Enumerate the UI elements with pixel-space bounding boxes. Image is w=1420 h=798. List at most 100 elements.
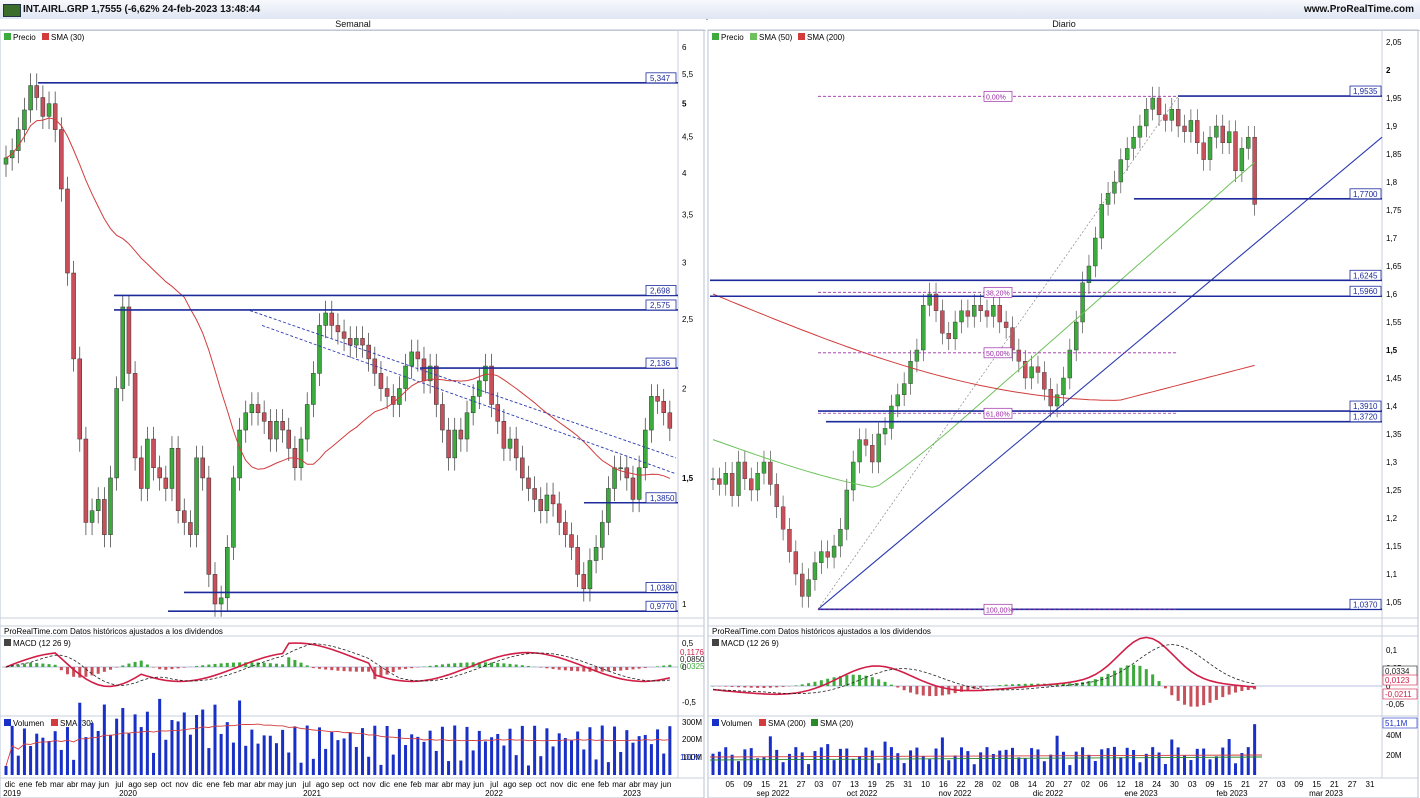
daily-macd-hist-bar <box>1068 683 1072 686</box>
weekly-volume-bar <box>188 734 192 775</box>
weekly-candle-body <box>163 477 169 489</box>
daily-macd-hist-bar <box>998 685 1002 686</box>
weekly-macd-hist-bar <box>496 662 500 667</box>
weekly-macd-hist-bar <box>440 664 444 667</box>
weekly-candle-body <box>335 325 341 333</box>
weekly-volume-bar <box>668 726 672 775</box>
weekly-volsma-legend: SMA (30) <box>60 719 94 728</box>
daily-ytick: 1,35 <box>1386 430 1402 439</box>
daily-legend-sma200-swatch <box>798 33 805 40</box>
weekly-volume-bar <box>613 726 617 775</box>
daily-volume-bar <box>934 748 938 775</box>
daily-volume-bar <box>1144 753 1148 775</box>
weekly-volume-bar <box>299 762 303 775</box>
weekly-macd-hist-bar <box>428 665 432 667</box>
daily-volume-bar <box>991 753 995 775</box>
daily-candle-body <box>946 333 951 340</box>
weekly-volume-bar <box>108 734 112 775</box>
daily-legend-price: Precio <box>721 33 744 42</box>
daily-day-label: 27 <box>1348 780 1357 789</box>
weekly-month-label: nov <box>550 780 563 789</box>
daily-ytick: 1,9 <box>1386 122 1398 131</box>
weekly-candle-body <box>218 597 224 605</box>
daily-macd-hist-bar <box>947 686 951 695</box>
weekly-volume-bar <box>244 745 248 775</box>
daily-volume-bar <box>1112 746 1116 775</box>
weekly-candle-body <box>464 412 470 440</box>
chart-canvas[interactable]: Precio SMA (30) 6 5,5 5 4,5 4 3,5 3 2,5 2 1,5 1 5,347… <box>0 0 1420 798</box>
daily-candles <box>710 86 1257 608</box>
daily-volume-bar <box>1240 753 1244 775</box>
weekly-volume-bar <box>533 725 537 775</box>
weekly-macd-hist-bar <box>195 666 199 667</box>
daily-month-label: ene 2023 <box>1124 789 1158 798</box>
weekly-month-label: nov <box>175 780 188 789</box>
weekly-volume-bar <box>404 745 408 775</box>
daily-macd-hist-bar <box>1010 684 1014 686</box>
daily-day-label: 22 <box>957 780 966 789</box>
weekly-candle-body <box>3 157 9 165</box>
weekly-candle-body <box>108 477 113 535</box>
weekly-candle-body <box>495 404 500 422</box>
weekly-macd-hist-bar <box>65 667 69 675</box>
weekly-month-label: nov <box>363 780 376 789</box>
daily-volume-bar <box>1157 752 1161 775</box>
daily-macd-hist-bar <box>1023 683 1027 686</box>
daily-macd-hist-bar <box>1125 665 1129 686</box>
weekly-candle-body <box>606 488 611 523</box>
daily-macd-hist-bar <box>781 686 785 687</box>
weekly-volume-bar <box>311 758 315 775</box>
daily-candle-body <box>1042 372 1047 390</box>
weekly-macd-hist-bar <box>274 663 278 667</box>
weekly-macd-hist-bar <box>213 663 217 667</box>
daily-day-label: 08 <box>1010 780 1019 789</box>
daily-volsma200-swatch <box>759 719 766 726</box>
weekly-volume-bar <box>213 704 217 775</box>
weekly-ytick: 5 <box>682 100 687 109</box>
weekly-month-label: abr <box>629 780 641 789</box>
weekly-macd-hist-bar <box>127 663 131 667</box>
daily-candle-body <box>1067 349 1073 379</box>
weekly-candle-body <box>581 574 587 590</box>
weekly-volume-bar <box>231 742 235 775</box>
weekly-macd-hist-bar <box>115 667 119 668</box>
weekly-volume-bar <box>47 740 51 775</box>
daily-candle-body <box>901 383 907 396</box>
weekly-candle-body <box>384 388 390 397</box>
weekly-month-label: jul <box>114 780 123 789</box>
daily-day-label: 14 <box>1028 780 1037 789</box>
weekly-candle-body <box>200 457 205 479</box>
daily-level-label: 1,6245 <box>1353 271 1378 280</box>
weekly-year-label: 2021 <box>303 789 321 798</box>
weekly-vol-tick: 300M <box>682 718 702 727</box>
weekly-candle-body <box>630 477 636 500</box>
weekly-candle-body <box>526 477 531 489</box>
daily-macd-tick: -0,05 <box>1386 700 1405 709</box>
weekly-volume-bar <box>170 720 174 775</box>
weekly-month-label: ago <box>503 780 517 789</box>
daily-candle-body <box>831 545 837 558</box>
daily-macd-hist-bar <box>928 686 932 697</box>
daily-day-label: 20 <box>1046 780 1055 789</box>
weekly-volume-bar <box>631 742 635 775</box>
weekly-candle-body <box>563 522 568 535</box>
weekly-month-label: may <box>455 780 470 789</box>
weekly-candle-body <box>489 365 494 405</box>
weekly-candle-body <box>311 373 316 405</box>
weekly-candle-body <box>323 312 328 326</box>
daily-macd-hist-bar <box>743 686 747 688</box>
daily-candle-body <box>1105 192 1111 205</box>
weekly-volume-bar <box>41 737 45 775</box>
daily-macd-hist-bar <box>1081 682 1085 686</box>
daily-macd-legend: MACD (12 26 9) <box>721 639 779 648</box>
weekly-candle-body <box>538 499 544 511</box>
daily-macd-hist-bar <box>1100 676 1104 686</box>
daily-candle-body <box>1156 97 1162 115</box>
weekly-candle-body <box>513 438 519 459</box>
daily-macd-hist-bar <box>915 686 919 695</box>
weekly-candle-body <box>507 438 513 449</box>
weekly-ytick: 1 <box>682 600 687 609</box>
daily-candle-body <box>959 310 964 323</box>
weekly-candle-body <box>114 388 119 479</box>
daily-candle-body <box>1239 148 1245 171</box>
